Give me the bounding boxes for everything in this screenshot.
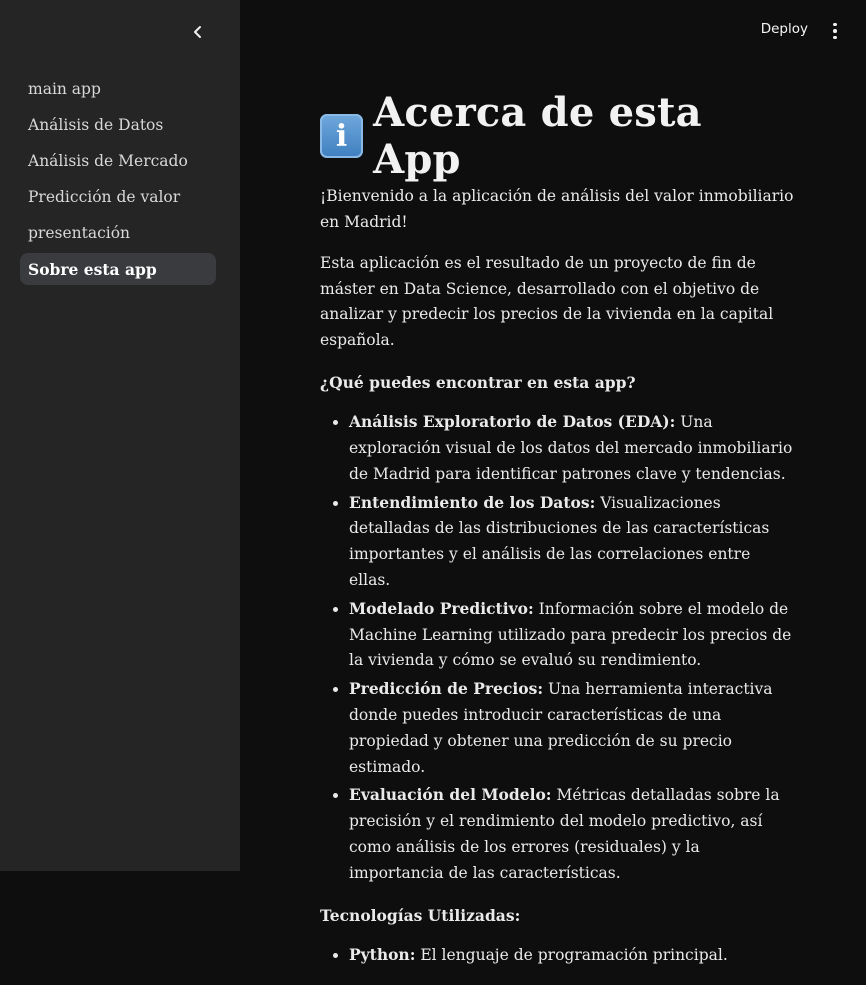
features-heading: ¿Qué puedes encontrar en esta app? [320,372,636,392]
sidebar-nav: main app Análisis de Datos Análisis de M… [20,73,216,289]
page-title: Acerca de esta App [373,89,702,183]
sidebar-item-label: Análisis de Datos [28,116,164,134]
sidebar-item-prediccion-valor[interactable]: Predicción de valor [20,181,216,213]
features-list: Análisis Exploratorio de Datos (EDA): Un… [320,409,795,886]
sidebar-item-sobre-esta-app[interactable]: Sobre esta app [20,253,216,285]
deploy-button[interactable]: Deploy [761,21,808,37]
list-item: Análisis Exploratorio de Datos (EDA): Un… [349,409,795,487]
list-item: Entendimiento de los Datos: Visualizacio… [349,490,795,594]
kebab-dot [833,35,837,40]
page-title-row: i Acerca de esta App [320,89,795,183]
description-text: Esta aplicación es el resultado de un pr… [320,254,774,349]
feature-title: Predicción de Precios: [349,679,544,699]
sidebar-item-presentacion[interactable]: presentación [20,217,216,249]
sidebar-item-label: Sobre esta app [28,259,157,279]
top-bar: Deploy [240,0,866,60]
tech-text: El lenguaje de programación principal. [415,946,728,965]
feature-title: Evaluación del Modelo: [349,785,552,805]
chevron-left-icon [194,26,201,38]
sidebar-item-analisis-datos[interactable]: Análisis de Datos [20,109,216,141]
sidebar-item-main-app[interactable]: main app [20,73,216,105]
sidebar-item-label: presentación [28,224,131,242]
tech-title: Python: [349,945,416,965]
sidebar: main app Análisis de Datos Análisis de M… [0,0,240,871]
sidebar-item-label: Análisis de Mercado [28,152,188,170]
kebab-dot [833,29,837,33]
sidebar-item-label: main app [28,80,101,98]
tech-list: Python: El lenguaje de programación prin… [320,942,795,969]
tech-heading: Tecnologías Utilizadas: [320,905,521,925]
feature-title: Modelado Predictivo: [349,598,534,618]
feature-title: Entendimiento de los Datos: [349,492,596,512]
info-icon: i [320,114,364,158]
sidebar-item-label: Predicción de valor [28,188,181,206]
list-item: Python: El lenguaje de programación prin… [349,942,795,969]
kebab-menu-icon [833,22,837,27]
list-item: Modelado Predictivo: Información sobre e… [349,596,795,674]
list-item: Predicción de Precios: Una herramienta i… [349,676,795,780]
main-menu-button[interactable] [828,20,842,42]
collapse-sidebar-button[interactable] [186,20,210,44]
intro-text: ¡Bienvenido a la aplicación de análisis … [320,187,794,231]
main-content: i Acerca de esta App ¡Bienvenido a la ap… [320,89,795,985]
sidebar-item-analisis-mercado[interactable]: Análisis de Mercado [20,145,216,177]
feature-title: Análisis Exploratorio de Datos (EDA): [349,412,676,432]
